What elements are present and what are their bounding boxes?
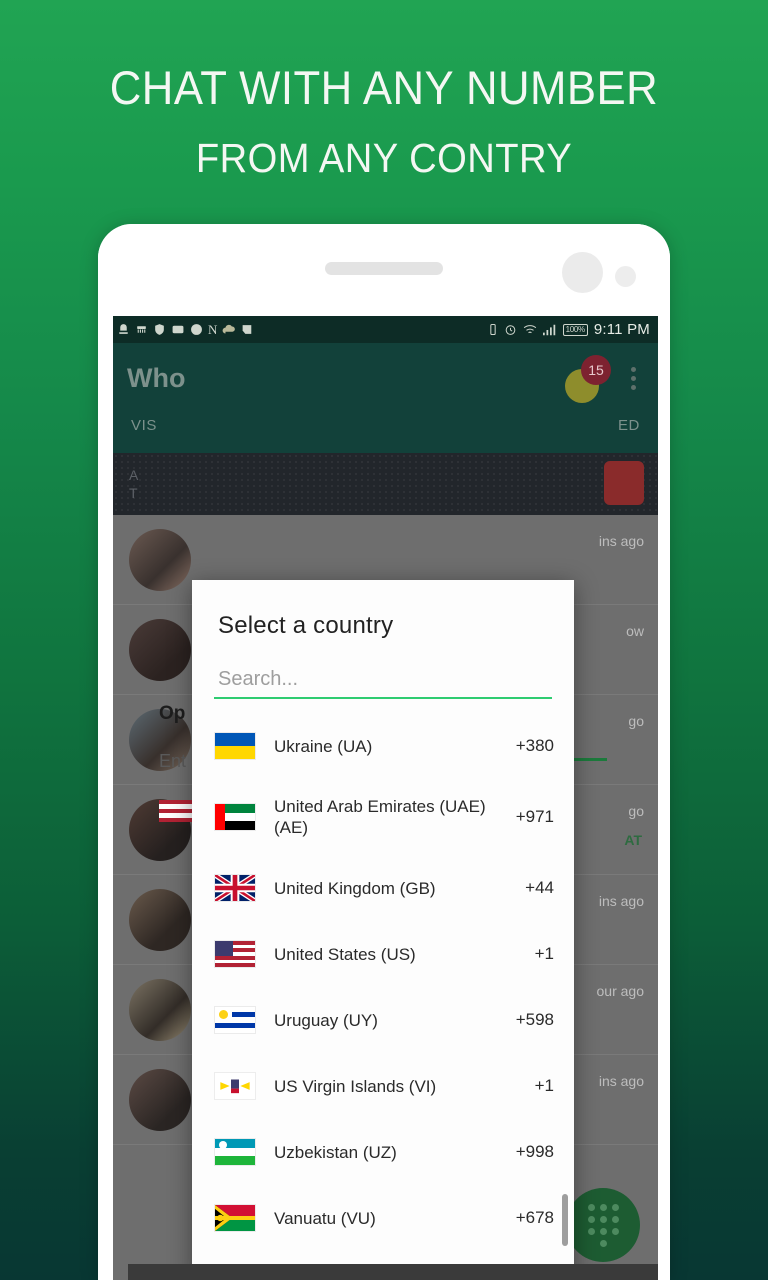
search-field-wrap [192, 640, 574, 699]
country-dial-code: +1 [534, 1076, 554, 1095]
phone-screen: N 100% 9:11 PM Who 15 VIS ED A T ins ago… [113, 316, 658, 1280]
dialpad-icon [587, 1203, 619, 1247]
tab-blocked[interactable]: ED [618, 417, 640, 434]
tab-visitors[interactable]: VIS [131, 417, 157, 434]
overflow-menu-icon[interactable] [623, 361, 644, 396]
country-name: Vanuatu (VU) [274, 1208, 376, 1228]
cloud-icon [222, 324, 236, 336]
tab-bar: VIS ED [113, 413, 658, 453]
chat-timestamp: ins ago [598, 1073, 644, 1089]
shield-icon [153, 323, 166, 336]
country-dial-code: +380 [515, 736, 554, 755]
country-list-item[interactable]: United Arab Emirates (UAE) (AE) +971 [192, 779, 574, 855]
ad-text-line1: A [129, 467, 139, 483]
app-title: Who [127, 362, 186, 393]
country-list[interactable]: Ukraine (UA) +380 United Arab Emirates (… [192, 713, 574, 1280]
dialpad-fab-button[interactable] [566, 1188, 640, 1262]
country-list-item[interactable]: Uzbekistan (UZ) +998 [192, 1119, 574, 1185]
chat-timestamp: ow [626, 623, 644, 639]
ad-banner[interactable]: A T [113, 453, 658, 515]
country-list-item[interactable]: Ukraine (UA) +380 [192, 713, 574, 779]
phone-camera-lens [562, 252, 603, 293]
chat-accent-line [573, 758, 607, 761]
flag-gb-icon [214, 874, 256, 902]
country-dial-code: +678 [515, 1208, 554, 1227]
promo-headline-line1: CHAT WITH ANY NUMBER [109, 61, 659, 114]
avatar [129, 618, 191, 681]
promo-headline: CHAT WITH ANY NUMBER FROM ANY CONTRY [0, 52, 768, 192]
select-country-dialog: Select a country Ukraine (UA) +380 [192, 580, 574, 1280]
navigation-bar [128, 1264, 658, 1280]
check-icon [241, 323, 254, 336]
status-bar-left-icons: N [117, 323, 488, 336]
country-list-item[interactable]: United Kingdom (GB) +44 [192, 855, 574, 921]
country-name: United Kingdom (GB) [274, 878, 436, 898]
country-dial-code: +971 [515, 807, 554, 826]
status-bar: N 100% 9:11 PM [113, 316, 658, 343]
chat-timestamp: go [628, 803, 644, 819]
flag-ua-icon [214, 732, 256, 760]
country-dial-code: +998 [515, 1142, 554, 1161]
alarm-icon [504, 323, 517, 336]
download-icon [117, 323, 130, 336]
dialog-title: Select a country [218, 612, 394, 639]
flag-vu-icon [214, 1204, 256, 1232]
list-scrollbar[interactable] [562, 1194, 568, 1246]
country-dial-code: +44 [525, 878, 554, 897]
phone-bezel-top [98, 224, 670, 316]
flag-ae-icon [214, 803, 256, 831]
country-search-input[interactable] [214, 666, 552, 699]
avatar [129, 888, 191, 951]
flag-uz-icon [214, 1138, 256, 1166]
promo-headline-line2: FROM ANY CONTRY [195, 135, 573, 181]
status-bar-right-icons: 100% 9:11 PM [488, 321, 650, 338]
video-icon [171, 323, 185, 336]
country-name: Uruguay (UY) [274, 1010, 378, 1030]
chat-timestamp: go [628, 713, 644, 729]
country-list-item[interactable]: United States (US) +1 [192, 921, 574, 987]
country-name: United Arab Emirates (UAE) (AE) [274, 797, 486, 837]
badge-count: 15 [581, 355, 611, 385]
phone-sensor [615, 266, 636, 287]
chat-timestamp: ins ago [598, 893, 644, 909]
country-dial-code: +1 [534, 944, 554, 963]
signal-icon [542, 324, 557, 336]
country-list-item[interactable]: US Virgin Islands (VI) +1 [192, 1053, 574, 1119]
avatar [129, 528, 191, 591]
avatar [129, 978, 191, 1041]
mail-icon [190, 323, 203, 336]
us-flag-icon [159, 800, 195, 823]
app-bar: Who 15 [113, 343, 658, 413]
cleaner-brush-icon [135, 323, 148, 336]
country-name: US Virgin Islands (VI) [274, 1076, 437, 1096]
battery-indicator: 100% [562, 323, 588, 336]
avatar [129, 1068, 191, 1131]
flag-us-icon [214, 940, 256, 968]
phone-speaker [325, 262, 443, 275]
wifi-icon [523, 324, 537, 336]
country-list-item[interactable]: Uruguay (UY) +598 [192, 987, 574, 1053]
ad-thumbnail [604, 461, 644, 505]
country-name: Uzbekistan (UZ) [274, 1142, 397, 1162]
country-list-item[interactable]: Vanuatu (VU) +678 [192, 1185, 574, 1251]
country-name: United States (US) [274, 944, 416, 964]
country-dial-code: +598 [515, 1010, 554, 1029]
chat-timestamp: ins ago [598, 533, 644, 549]
flag-uy-icon [214, 1006, 256, 1034]
chat-timestamp: our ago [596, 983, 644, 999]
phone-mockup: N 100% 9:11 PM Who 15 VIS ED A T ins ago… [98, 224, 670, 1280]
status-bar-clock: 9:11 PM [593, 321, 650, 338]
country-name: Ukraine (UA) [274, 736, 373, 756]
chat-status-mark: AT [624, 832, 642, 848]
vibrate-icon [488, 323, 498, 336]
ad-text-line2: T [129, 485, 138, 501]
netflix-n-icon: N [208, 322, 218, 337]
flag-vi-icon [214, 1072, 256, 1100]
notification-badge-wrap[interactable]: 15 [563, 355, 611, 403]
